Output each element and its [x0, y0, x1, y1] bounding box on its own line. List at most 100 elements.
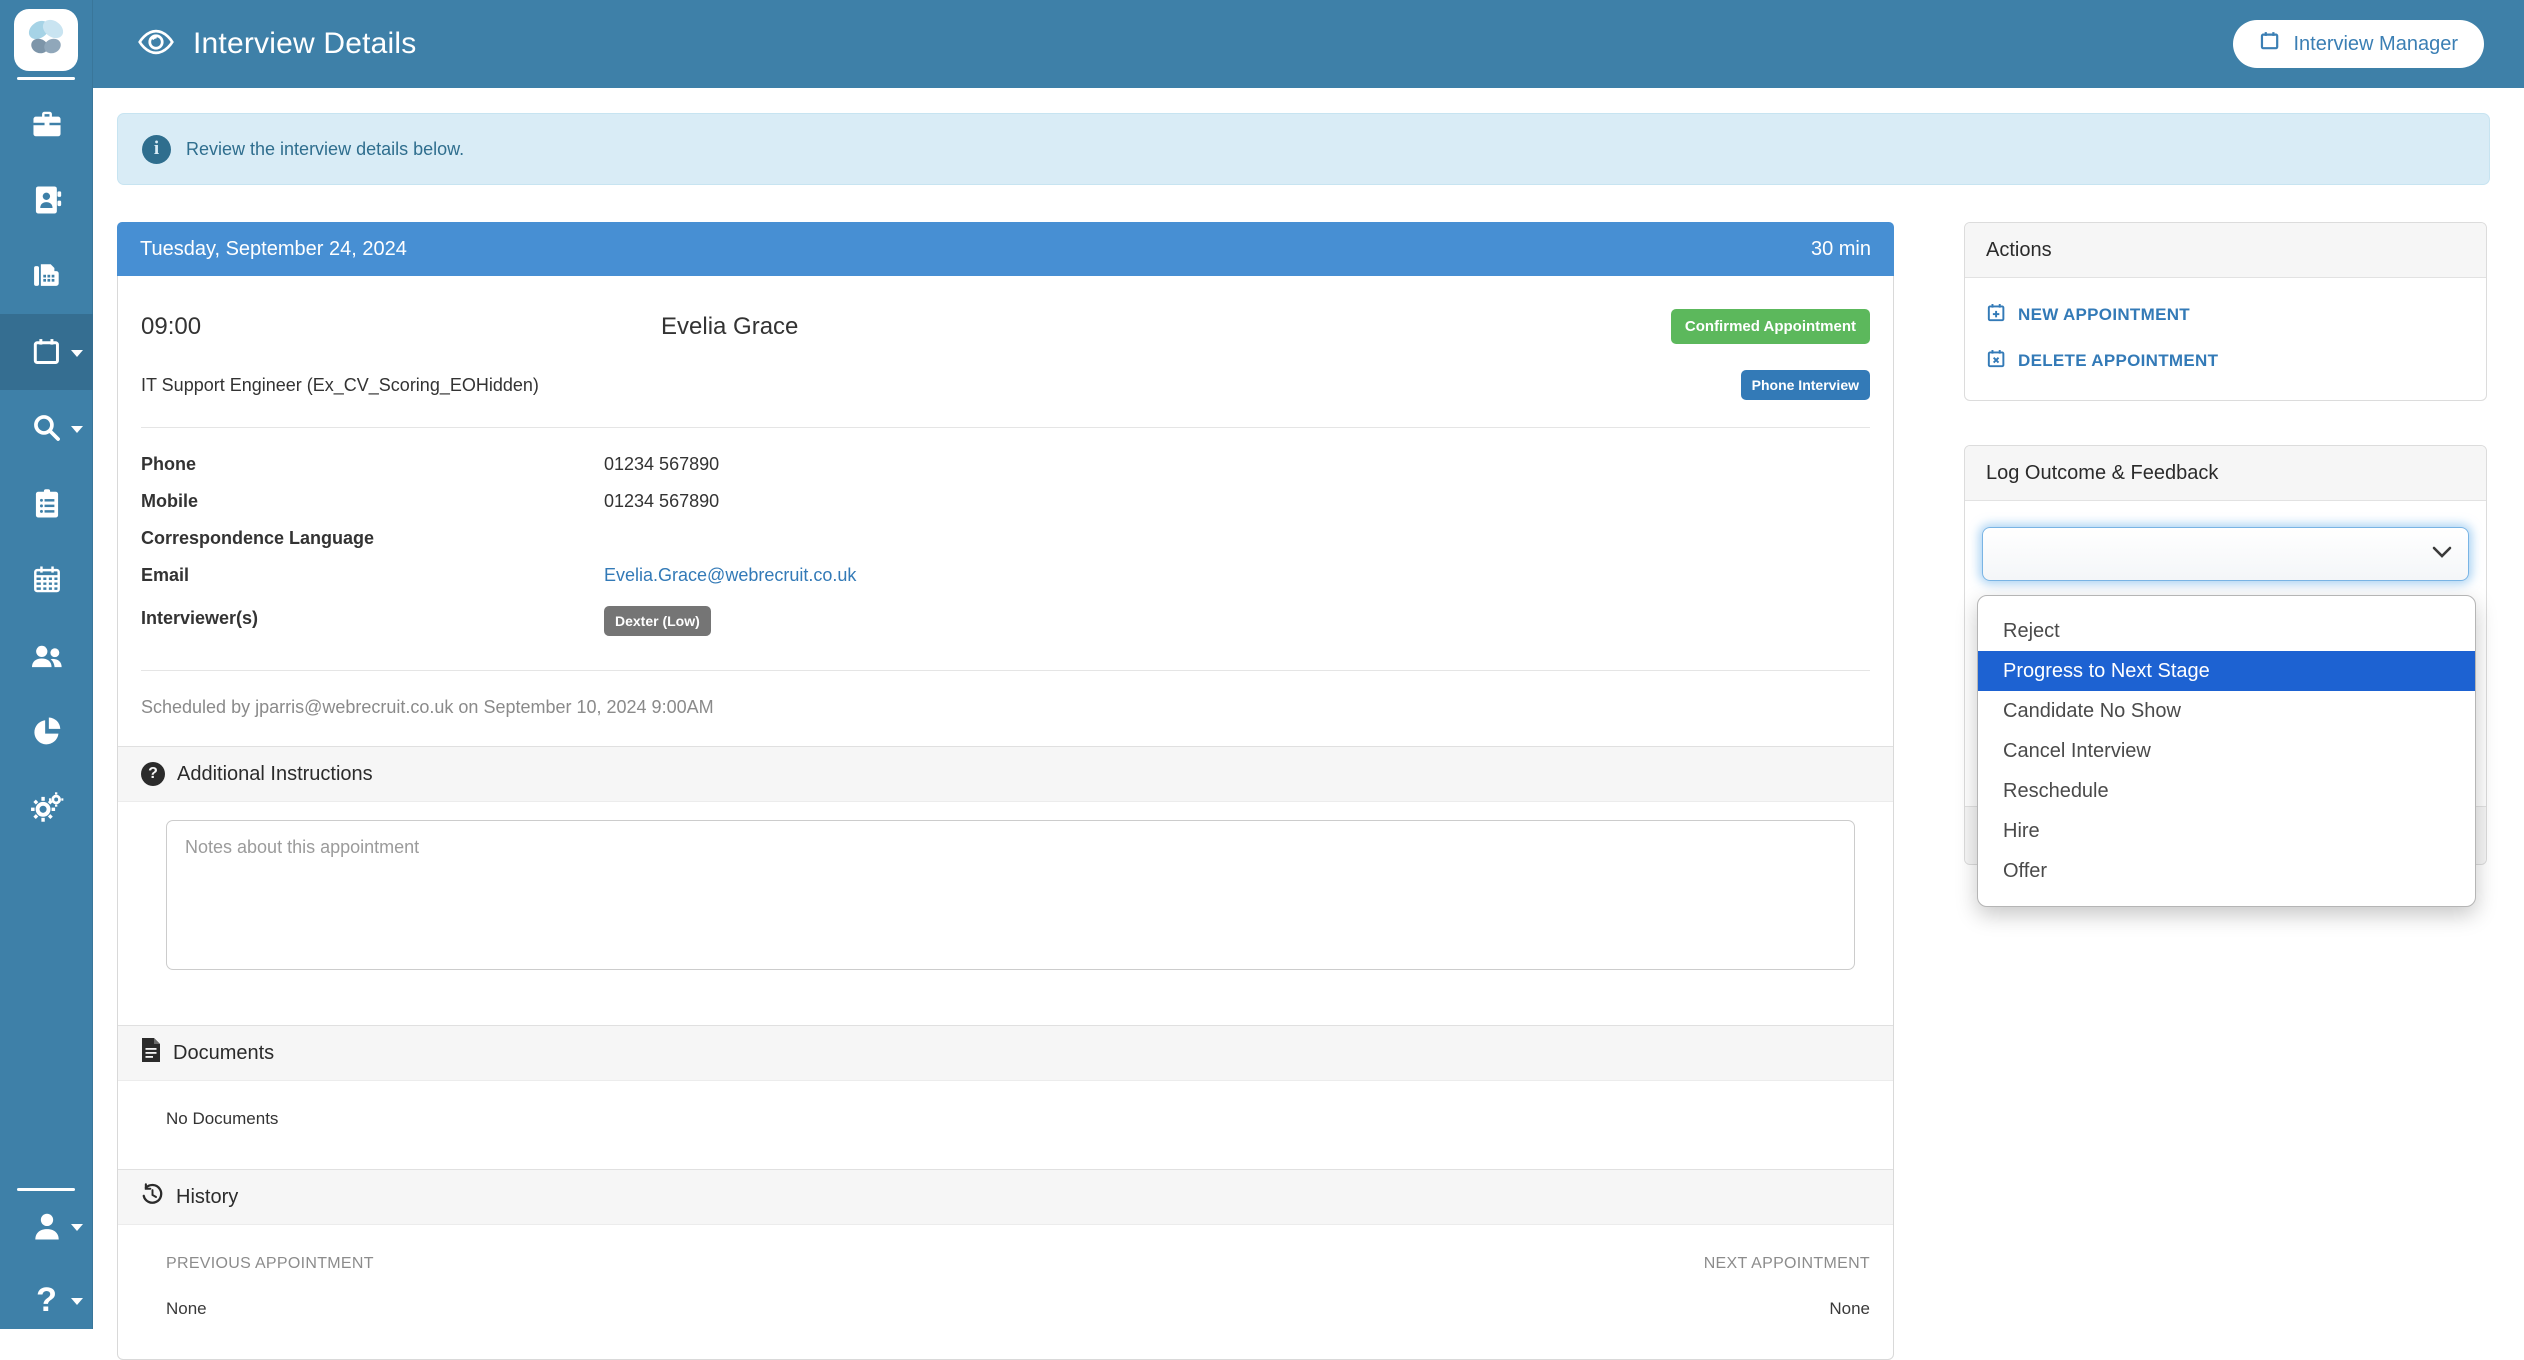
field-value: 01234 567890 — [604, 452, 719, 475]
dropdown-option-hire[interactable]: Hire — [1978, 811, 2475, 851]
appointment-card: Tuesday, September 24, 2024 30 min 09:00… — [117, 222, 1894, 1360]
sidebar-item-tasks[interactable] — [0, 466, 93, 542]
interview-type-badge: Phone Interview — [1741, 370, 1870, 400]
eye-icon — [137, 23, 175, 66]
new-appointment-label: NEW APPOINTMENT — [2018, 305, 2190, 325]
fax-icon — [31, 260, 63, 292]
new-appointment-link[interactable]: NEW APPOINTMENT — [1986, 302, 2465, 328]
appointment-duration: 30 min — [1811, 238, 1871, 261]
appointment-date: Tuesday, September 24, 2024 — [140, 238, 407, 261]
dropdown-option-reject[interactable]: Reject — [1978, 611, 2475, 651]
candidate-email-link[interactable]: Evelia.Grace@webrecruit.co.uk — [604, 563, 856, 586]
page-header: Interview Details Interview Manager — [93, 0, 2524, 88]
users-icon — [30, 639, 64, 673]
appointment-card-header: Tuesday, September 24, 2024 30 min — [117, 222, 1894, 276]
additional-instructions-header: ? Additional Instructions — [118, 746, 1893, 802]
dropdown-option-reschedule[interactable]: Reschedule — [1978, 771, 2475, 811]
info-alert: i Review the interview details below. — [117, 113, 2490, 185]
delete-appointment-link[interactable]: DELETE APPOINTMENT — [1986, 348, 2465, 374]
app-logo[interactable] — [14, 9, 78, 71]
field-value: 01234 567890 — [604, 489, 719, 512]
sidebar-item-jobs[interactable] — [0, 86, 93, 162]
sidebar-item-help[interactable]: ? — [0, 1262, 93, 1338]
scheduled-note: Scheduled by jparris@webrecruit.co.uk on… — [141, 671, 1870, 746]
sidebar: ? — [0, 0, 93, 1329]
calendar-plus-icon — [1986, 302, 2007, 328]
chevron-down-icon — [71, 426, 83, 433]
sidebar-item-users[interactable] — [0, 618, 93, 694]
user-icon — [31, 1210, 63, 1242]
appointment-fields: Phone 01234 567890 Mobile 01234 567890 C… — [141, 452, 1870, 643]
sidebar-item-account[interactable] — [0, 1188, 93, 1264]
content-area: i Review the interview details below. Tu… — [93, 88, 2524, 1360]
page-title-group: Interview Details — [137, 23, 416, 66]
address-book-icon — [31, 184, 63, 216]
candidate-name: Evelia Grace — [661, 313, 1671, 341]
info-icon: i — [142, 135, 171, 164]
notes-textarea[interactable] — [166, 820, 1855, 970]
dropdown-option-no-show[interactable]: Candidate No Show — [1978, 691, 2475, 731]
next-appointment-value: None — [1829, 1299, 1870, 1319]
question-icon: ? — [36, 1281, 57, 1320]
dropdown-option-progress[interactable]: Progress to Next Stage — [1978, 651, 2475, 691]
previous-appointment-label: PREVIOUS APPOINTMENT — [166, 1255, 374, 1273]
outcome-panel-header: Log Outcome & Feedback — [1965, 446, 2486, 501]
right-column: Actions NEW APPOINTMENT — [1964, 222, 2487, 865]
calendar-icon — [31, 336, 63, 368]
sidebar-item-schedule[interactable] — [0, 542, 93, 618]
sidebar-item-interviews[interactable] — [0, 314, 93, 390]
briefcase-icon — [31, 108, 63, 140]
field-row-correspondence-language: Correspondence Language — [141, 526, 1870, 563]
section-title: Additional Instructions — [177, 763, 373, 786]
actions-panel-header: Actions — [1965, 223, 2486, 278]
delete-appointment-label: DELETE APPOINTMENT — [2018, 351, 2218, 371]
field-label: Mobile — [141, 489, 604, 512]
interview-manager-button[interactable]: Interview Manager — [2233, 20, 2484, 68]
chevron-down-icon — [71, 1224, 83, 1231]
history-icon — [141, 1183, 164, 1212]
sidebar-item-candidates[interactable] — [0, 162, 93, 238]
field-label: Email — [141, 563, 604, 586]
next-appointment-label: NEXT APPOINTMENT — [1704, 1255, 1870, 1273]
outcome-select[interactable] — [1982, 527, 2469, 581]
additional-instructions-body — [118, 802, 1893, 1025]
interview-manager-label: Interview Manager — [2293, 33, 2458, 56]
sidebar-item-search[interactable] — [0, 390, 93, 466]
calendar-icon — [2259, 30, 2281, 58]
sidebar-item-fax[interactable] — [0, 238, 93, 314]
clipboard-icon — [31, 488, 63, 520]
page-title: Interview Details — [193, 27, 416, 61]
outcome-panel: Log Outcome & Feedback Re — [1964, 445, 2487, 865]
section-title: Documents — [173, 1042, 274, 1065]
sidebar-item-settings[interactable] — [0, 770, 93, 846]
documents-header: Documents — [118, 1025, 1893, 1081]
section-title: History — [176, 1186, 238, 1209]
no-documents-text: No Documents — [118, 1081, 1893, 1169]
butterfly-logo-icon — [22, 14, 70, 67]
chevron-down-icon — [71, 350, 83, 357]
divider — [141, 427, 1870, 428]
chevron-down-icon — [71, 1298, 83, 1305]
logo-divider — [17, 77, 75, 80]
field-row-email: Email Evelia.Grace@webrecruit.co.uk — [141, 563, 1870, 600]
document-icon — [141, 1038, 161, 1068]
calendar-grid-icon — [31, 564, 63, 596]
history-header: History — [118, 1169, 1893, 1225]
previous-appointment-value: None — [166, 1299, 207, 1319]
chevron-down-icon — [2432, 545, 2452, 564]
field-row-interviewers: Interviewer(s) Dexter (Low) — [141, 606, 1870, 643]
field-label: Interviewer(s) — [141, 606, 604, 629]
dropdown-option-cancel[interactable]: Cancel Interview — [1978, 731, 2475, 771]
pie-chart-icon — [31, 716, 63, 748]
field-label: Phone — [141, 452, 604, 475]
field-row-phone: Phone 01234 567890 — [141, 452, 1870, 489]
alert-text: Review the interview details below. — [186, 139, 464, 160]
appointment-card-body: 09:00 Evelia Grace Confirmed Appointment… — [118, 275, 1893, 746]
appointment-time: 09:00 — [141, 313, 661, 341]
dropdown-option-offer[interactable]: Offer — [1978, 851, 2475, 891]
actions-panel: Actions NEW APPOINTMENT — [1964, 222, 2487, 401]
sidebar-item-reports[interactable] — [0, 694, 93, 770]
search-icon — [31, 412, 63, 444]
main-column: Tuesday, September 24, 2024 30 min 09:00… — [117, 222, 1894, 1360]
question-circle-icon: ? — [141, 762, 165, 786]
